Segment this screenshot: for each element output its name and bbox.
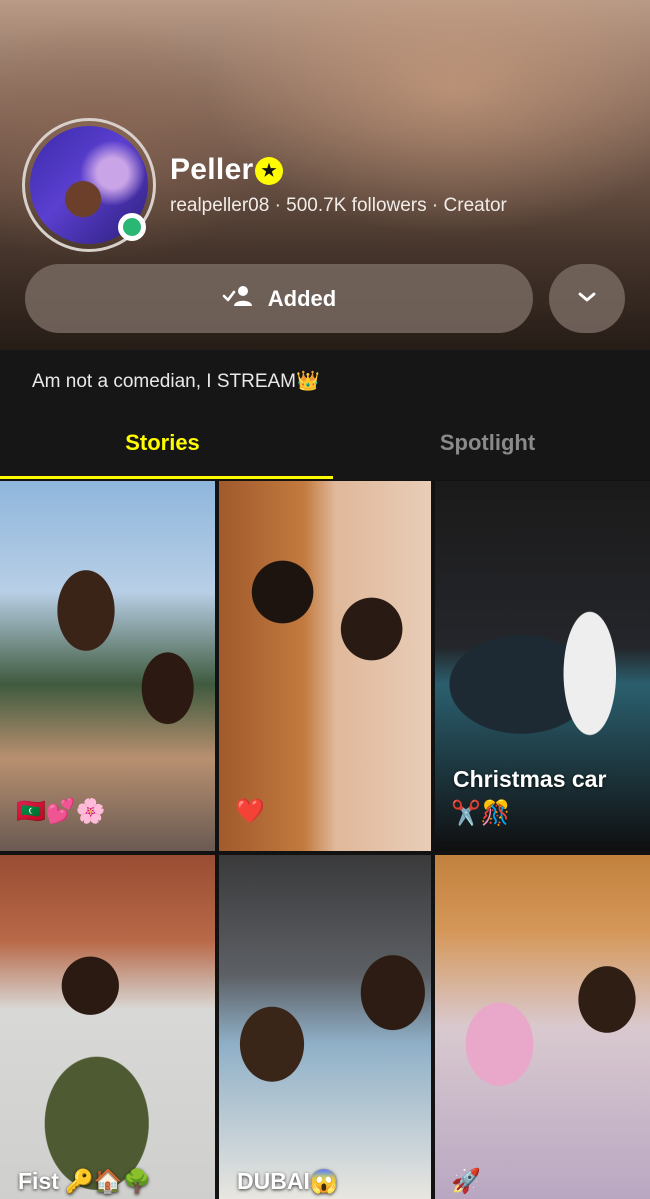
online-status-icon: [118, 213, 146, 241]
active-tab-indicator: [0, 476, 333, 479]
added-button[interactable]: Added: [25, 264, 533, 333]
profile-name: Peller: [170, 153, 254, 186]
story-tile[interactable]: Fist 🔑🏠🌳: [0, 855, 215, 1199]
tab-spotlight[interactable]: Spotlight: [325, 430, 650, 480]
added-friend-icon: [222, 285, 252, 313]
stories-grid: 🇲🇻💕🌸 ❤️ Christmas car ✂️🎊 Fist 🔑🏠🌳 DUBAI…: [0, 481, 650, 1199]
profile-meta: realpeller08 · 500.7K followers · Creato…: [170, 195, 507, 216]
story-emoji: 🇲🇻💕🌸: [16, 798, 106, 825]
chevron-down-icon: [577, 290, 597, 308]
added-label: Added: [267, 285, 337, 311]
story-tile[interactable]: 🚀: [435, 855, 650, 1199]
profile-bio: Am not a comedian, I STREAM👑: [32, 371, 320, 392]
story-emoji: ❤️: [235, 798, 265, 825]
story-caption: Fist 🔑🏠🌳: [18, 1168, 152, 1194]
story-caption: DUBAI😱: [237, 1168, 339, 1194]
story-emoji: 🚀: [451, 1168, 481, 1195]
story-caption: Christmas car: [453, 766, 607, 792]
story-tile[interactable]: DUBAI😱: [219, 855, 431, 1199]
more-options-button[interactable]: [549, 264, 625, 333]
tab-stories[interactable]: Stories: [0, 430, 325, 480]
story-tile[interactable]: 🇲🇻💕🌸: [0, 481, 215, 851]
verified-star-icon: ★: [255, 157, 283, 185]
story-tile[interactable]: ❤️: [219, 481, 431, 851]
story-emoji: ✂️🎊: [451, 800, 511, 827]
story-tile[interactable]: Christmas car ✂️🎊: [435, 481, 650, 851]
